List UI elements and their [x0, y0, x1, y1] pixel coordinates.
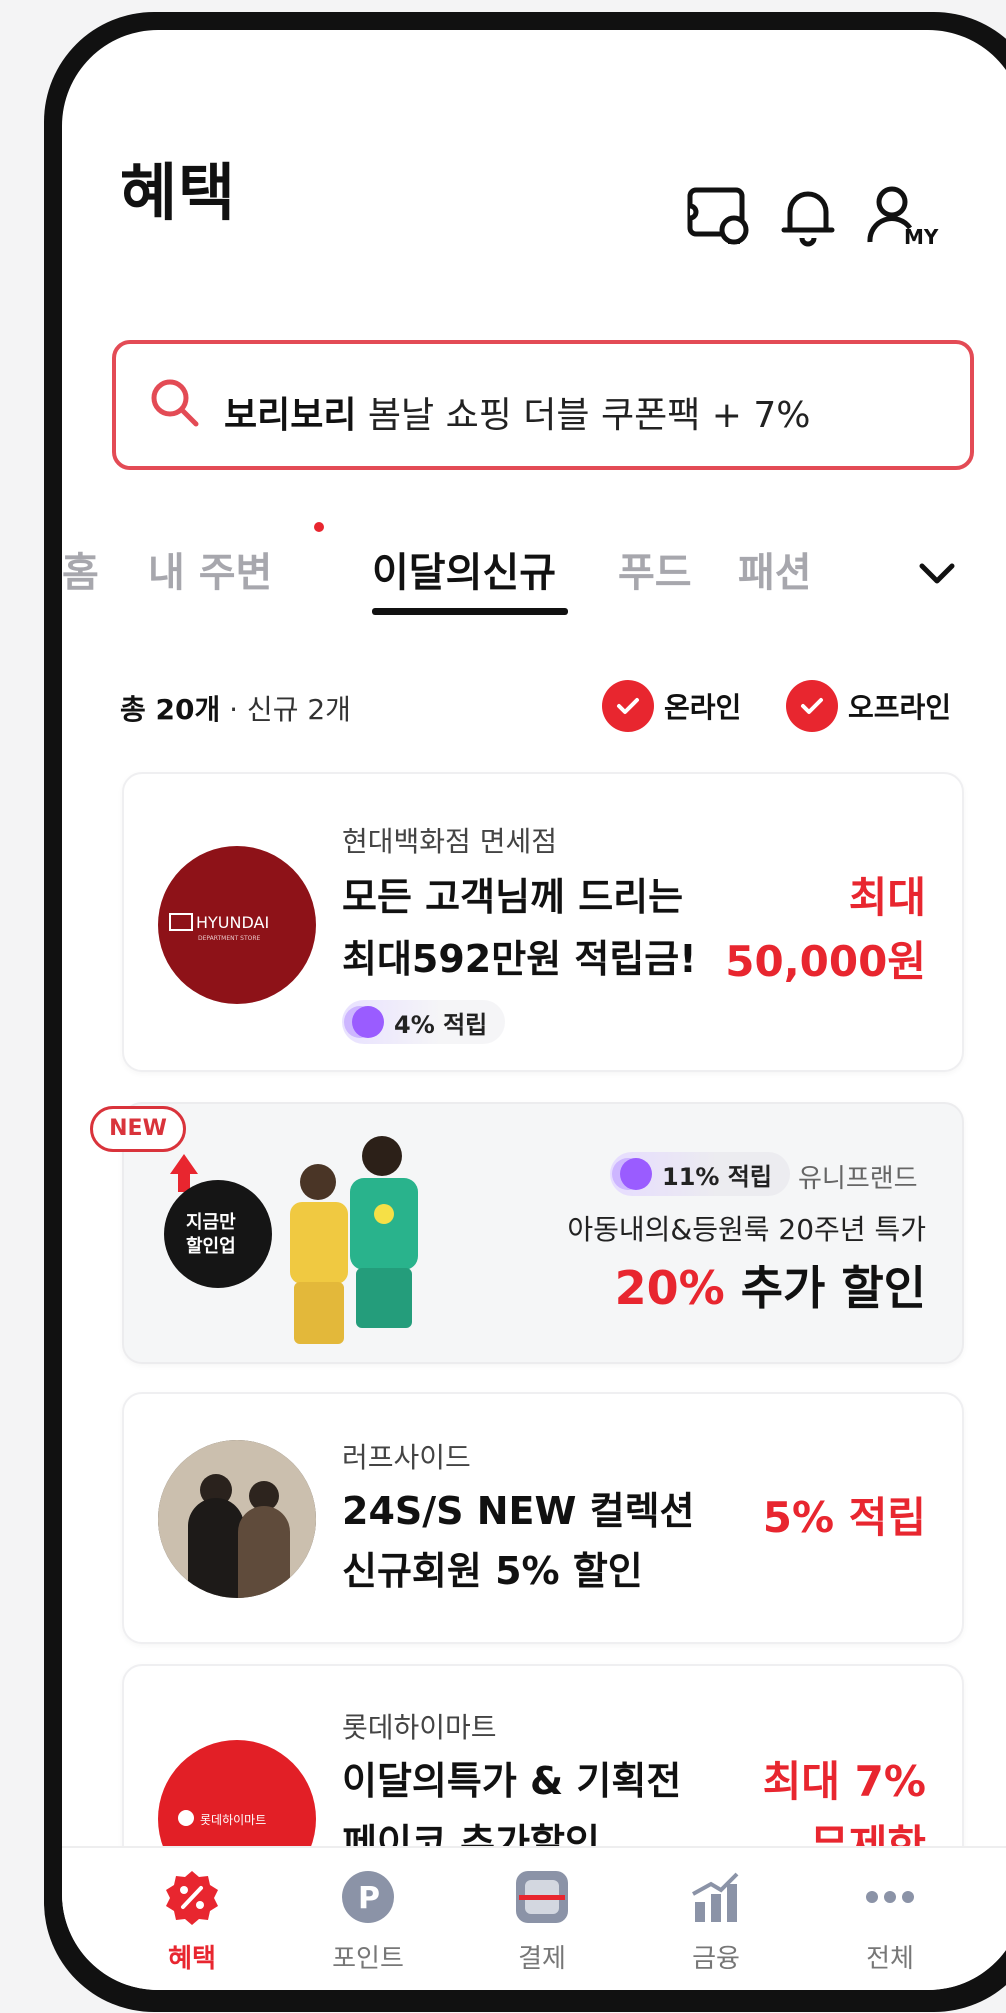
banner-pill-text: 11% 적립 [662, 1162, 772, 1191]
new-count: · 신규 2개 [220, 693, 351, 726]
chart-growth-icon [687, 1868, 745, 1926]
tab-home[interactable]: 홈 [62, 540, 99, 598]
bottom-nav: 혜택 P 포인트 결제 금융 전체 [62, 1846, 1006, 1990]
nav-all-label: 전체 [866, 1944, 914, 1974]
new-badge: NEW [90, 1106, 186, 1152]
filter-offline-label: 오프라인 [848, 691, 952, 724]
point-p-icon: P [339, 1868, 397, 1926]
headline-line-1: 24S/S NEW 컬렉션 [342, 1489, 695, 1533]
benefit-card-hyundai[interactable]: HYUNDAI DEPARTMENT STORE 현대백화점 면세점 모든 고객… [122, 772, 964, 1072]
scan-pay-icon [513, 1868, 571, 1926]
benefit-label: 최대 [848, 873, 926, 922]
banner-headline-percent: 20% [614, 1261, 725, 1315]
page-title: 혜택 [120, 156, 237, 229]
svg-text:할인업: 할인업 [186, 1235, 236, 1257]
tab-fashion[interactable]: 패션 [738, 540, 812, 598]
headline-line-2: 신규회원 5% 할인 [342, 1549, 643, 1593]
promo-banner-unifriend[interactable]: 지금만 할인업 11% 적립 유니프랜드 아동내의&등원룩 20주년 특가 20… [122, 1102, 964, 1364]
more-dots-icon [861, 1868, 919, 1926]
benefit-label: 최대 7% [762, 1757, 926, 1806]
nav-all[interactable]: 전체 [830, 1868, 950, 1975]
banner-headline-rest: 추가 할인 [724, 1261, 926, 1315]
store-name: 러프사이드 [342, 1441, 471, 1474]
bell-icon[interactable] [772, 180, 844, 252]
reward-pill: 4% 적립 [342, 1000, 506, 1044]
nav-points-label: 포인트 [332, 1944, 404, 1974]
smile-icon [352, 1006, 384, 1038]
notification-dot [314, 522, 324, 532]
search-promo-text: 보리보리 봄날 쇼핑 더블 쿠폰팩 + 7% [224, 386, 811, 438]
svg-text:P: P [358, 1881, 380, 1916]
tab-nearby[interactable]: 내 주변 [148, 540, 272, 598]
reward-pill-text: 4% 적립 [394, 1010, 488, 1039]
headline-line-1: 모든 고객님께 드리는 [342, 875, 684, 919]
roughside-thumbnail [158, 1440, 316, 1598]
chevron-down-icon[interactable] [912, 548, 962, 602]
benefit-label: 5% 적립 [762, 1493, 926, 1542]
promo-search-bar[interactable]: 보리보리 봄날 쇼핑 더블 쿠폰팩 + 7% [112, 340, 974, 470]
banner-reward-pill: 11% 적립 [610, 1152, 790, 1196]
smile-icon [620, 1158, 652, 1190]
search-promo-detail: 봄날 쇼핑 더블 쿠폰팩 + 7% [356, 395, 811, 436]
nav-payment[interactable]: 결제 [482, 1868, 602, 1975]
tab-food[interactable]: 푸드 [618, 540, 692, 598]
category-tabs: 홈 내 주변 이달의신규 푸드 패션 [62, 540, 1006, 650]
nav-finance-label: 금융 [692, 1944, 740, 1974]
filter-offline[interactable]: 오프라인 [786, 678, 951, 734]
kids-illustration: 지금만 할인업 [164, 1136, 418, 1344]
benefit-card-roughside[interactable]: 러프사이드 24S/S NEW 컬렉션 신규회원 5% 할인 5% 적립 [122, 1392, 964, 1644]
checkbox-checked-icon [786, 680, 838, 732]
nav-benefits[interactable]: 혜택 [132, 1868, 252, 1975]
total-count: 총 20개 [120, 693, 221, 726]
search-brand: 보리보리 [224, 395, 357, 436]
hyundai-logo-text: HYUNDAI [196, 913, 269, 932]
coupon-icon[interactable] [684, 180, 756, 252]
headline-line-2: 최대592만원 적립금! [342, 937, 697, 981]
banner-headline: 20% 추가 할인 [615, 1252, 926, 1318]
percent-badge-icon [163, 1868, 221, 1926]
lotte-logo-text: 롯데하이마트 [200, 1813, 266, 1827]
my-profile-icon[interactable]: MY [862, 180, 939, 252]
nav-finance[interactable]: 금융 [656, 1868, 776, 1975]
store-name: 롯데하이마트 [342, 1711, 497, 1744]
app-screen: 혜택 MY 보리보리 봄날 쇼핑 더블 쿠폰팩 + 7% 홈 내 주변 이달의신… [62, 30, 1006, 1990]
nav-payment-label: 결제 [518, 1944, 566, 1974]
headline-line-1: 이달의특가 & 기획전 [342, 1759, 682, 1803]
result-summary: 총 20개 · 신규 2개 [120, 688, 351, 728]
search-icon [146, 374, 206, 438]
banner-subtitle: 아동내의&등원룩 20주년 특가 [567, 1213, 926, 1246]
benefit-amount: 50,000원 [725, 937, 926, 986]
filter-online-label: 온라인 [664, 691, 742, 724]
checkbox-checked-icon [602, 680, 654, 732]
hyundai-logo: HYUNDAI DEPARTMENT STORE [158, 846, 316, 1004]
hyundai-logo-subtext: DEPARTMENT STORE [198, 935, 261, 942]
svg-text:MY: MY [904, 225, 939, 249]
nav-points[interactable]: P 포인트 [308, 1868, 428, 1975]
svg-text:지금만: 지금만 [186, 1212, 236, 1233]
active-tab-indicator [372, 608, 568, 615]
tab-monthly-new[interactable]: 이달의신규 [372, 540, 556, 598]
nav-benefits-label: 혜택 [168, 1944, 216, 1974]
banner-store-name: 유니프랜드 [798, 1164, 918, 1194]
filter-online[interactable]: 온라인 [602, 678, 741, 734]
store-name: 현대백화점 면세점 [342, 825, 557, 858]
